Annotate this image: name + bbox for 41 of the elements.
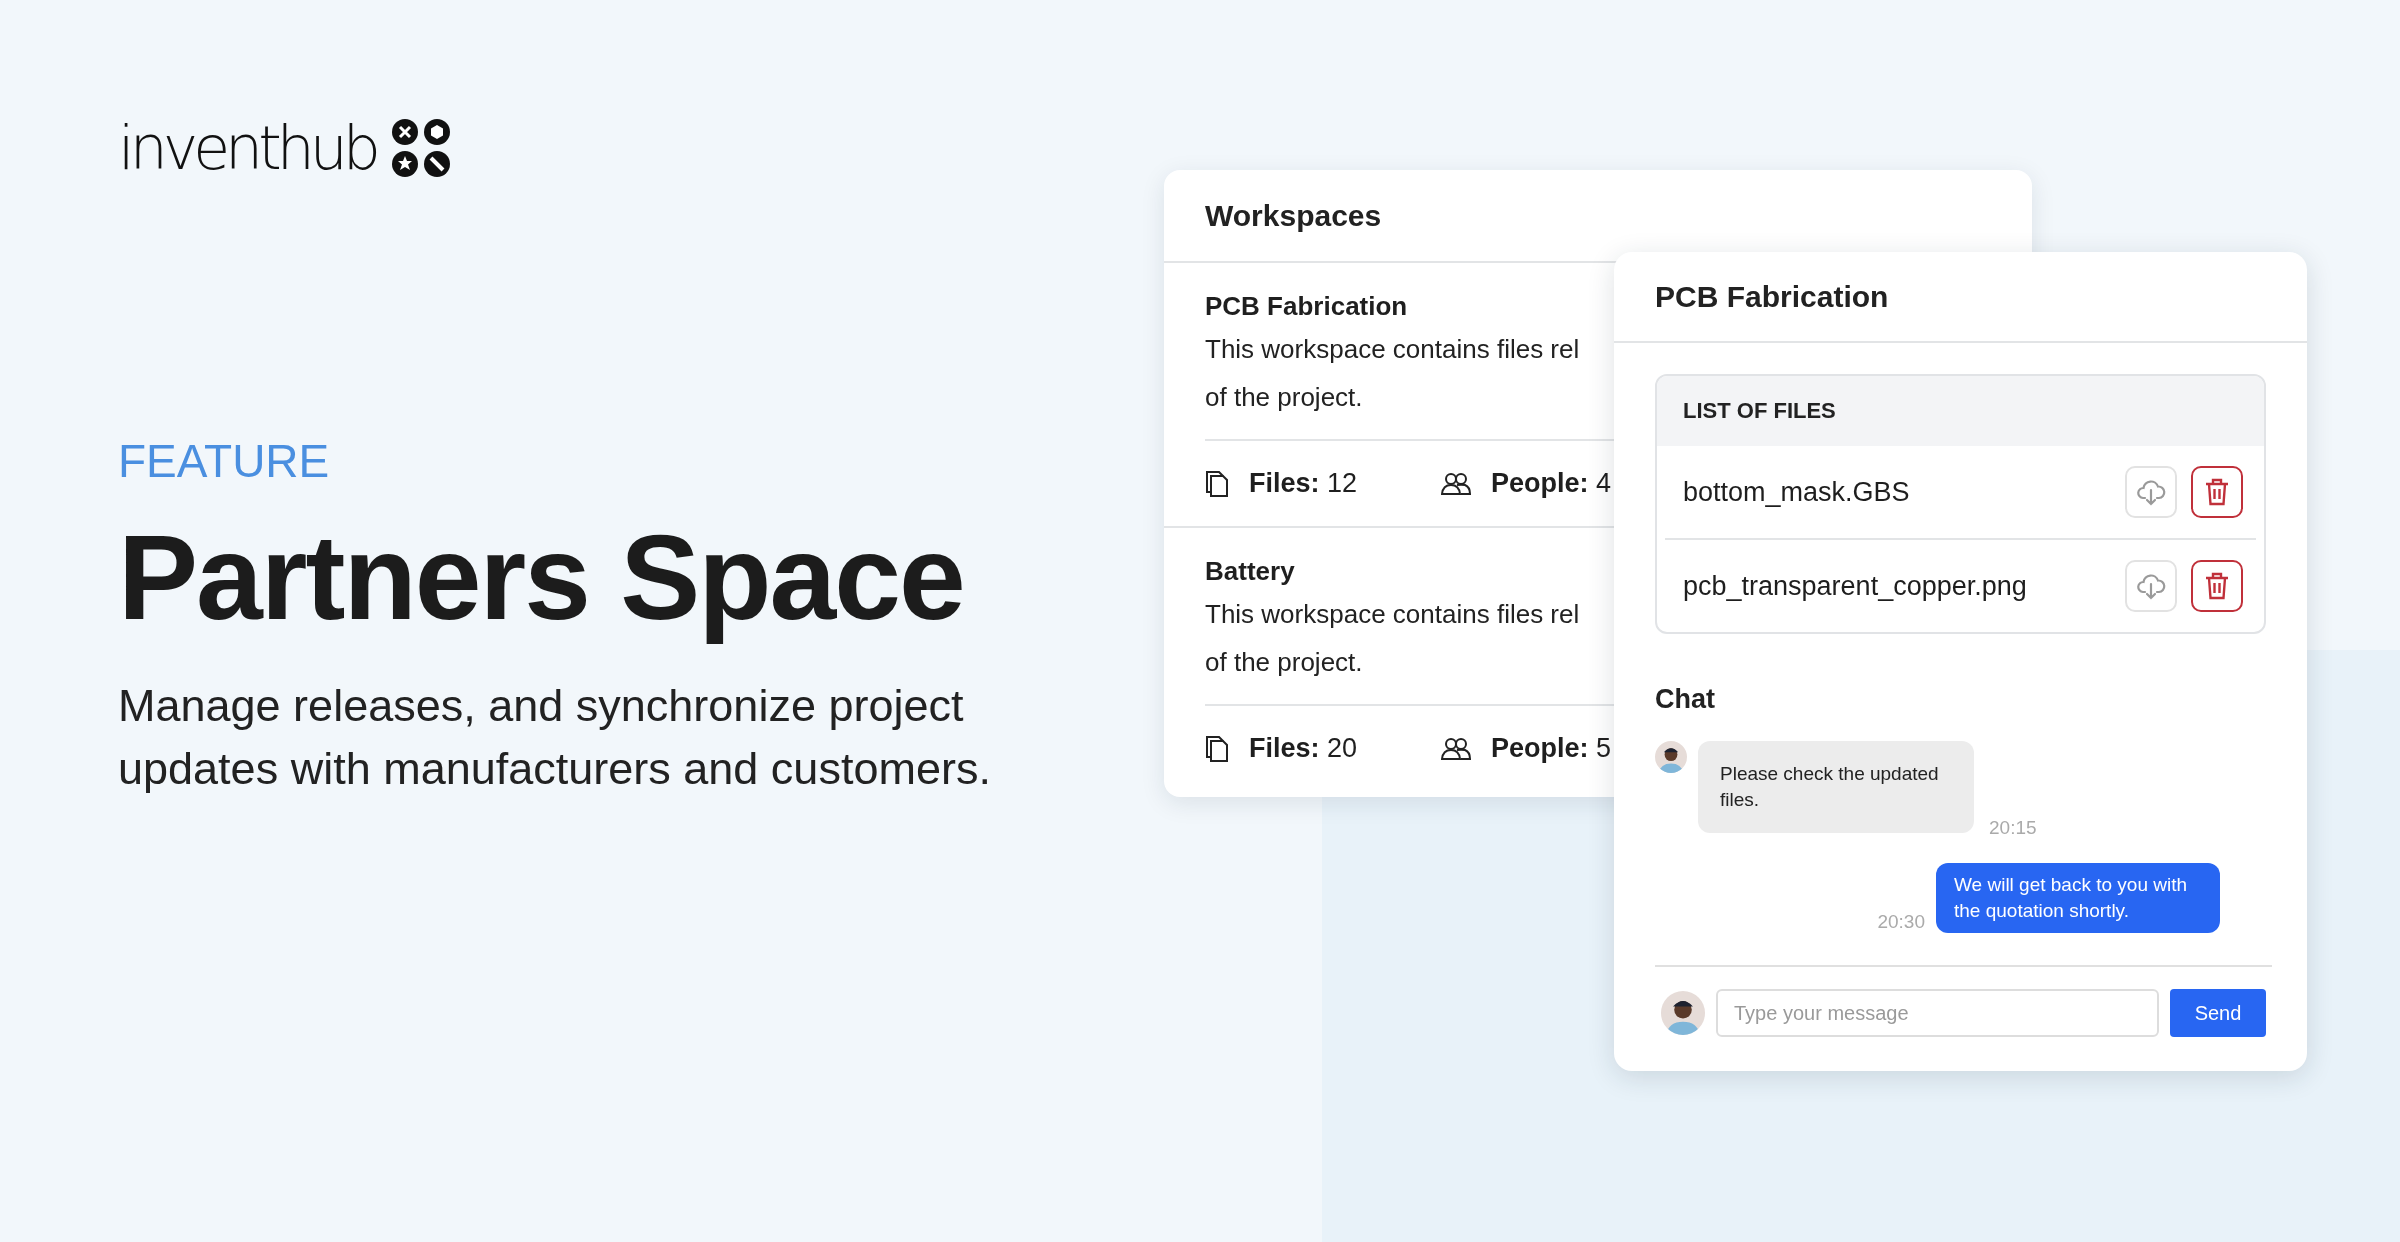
file-icon xyxy=(1205,469,1229,498)
message-bubble: Please check the updated files. xyxy=(1698,741,1974,833)
files-heading: LIST OF FILES xyxy=(1657,376,2264,446)
chat-title: Chat xyxy=(1655,684,1716,715)
trash-icon xyxy=(2203,477,2231,507)
workspace-title[interactable]: PCB Fabrication xyxy=(1205,289,1408,323)
download-button[interactable] xyxy=(2125,560,2177,612)
description-line: of the project. xyxy=(1205,646,1363,679)
cloud-download-icon xyxy=(2136,477,2166,507)
brand-name: inventhub xyxy=(118,118,377,178)
message-time: 20:15 xyxy=(1988,817,2037,839)
delete-button[interactable] xyxy=(2191,560,2243,612)
files-count: Files: 20 xyxy=(1249,733,1358,764)
eyebrow-label: FEATURE xyxy=(118,434,331,488)
workspace-title[interactable]: Battery xyxy=(1205,554,1295,588)
avatar xyxy=(1661,991,1705,1035)
file-name: bottom_mask.GBS xyxy=(1683,476,1911,508)
headline: Partners Space xyxy=(118,509,965,646)
file-name: pcb_transparent_copper.png xyxy=(1683,570,2028,602)
logo-icon xyxy=(389,117,452,179)
message-field[interactable]: Type your message xyxy=(1716,989,2159,1037)
trash-icon xyxy=(2203,571,2231,601)
people-count: People: 4 xyxy=(1491,468,1612,499)
description-line: This workspace contains files rel xyxy=(1205,598,1580,631)
download-button[interactable] xyxy=(2125,466,2177,518)
description-line: of the project. xyxy=(1205,381,1363,414)
message-time: 20:30 xyxy=(1876,911,1925,933)
send-button[interactable]: Send xyxy=(2170,989,2266,1037)
description: Manage releases, and synchronize project updates with manufacturers and customers. xyxy=(118,679,992,796)
files-count: Files: 12 xyxy=(1249,468,1358,499)
file-icon xyxy=(1205,734,1229,763)
people-icon xyxy=(1441,736,1471,761)
people-icon xyxy=(1441,471,1471,496)
delete-button[interactable] xyxy=(2191,466,2243,518)
description-line: This workspace contains files rel xyxy=(1205,333,1580,366)
people-count: People: 5 xyxy=(1491,733,1612,764)
cloud-download-icon xyxy=(2136,571,2166,601)
panel-title: PCB Fabrication xyxy=(1655,279,1889,314)
avatar xyxy=(1655,741,1687,773)
message-bubble: We will get back to you with the quotation shortly. xyxy=(1936,863,2220,933)
panel-title: Workspaces xyxy=(1205,198,1382,233)
